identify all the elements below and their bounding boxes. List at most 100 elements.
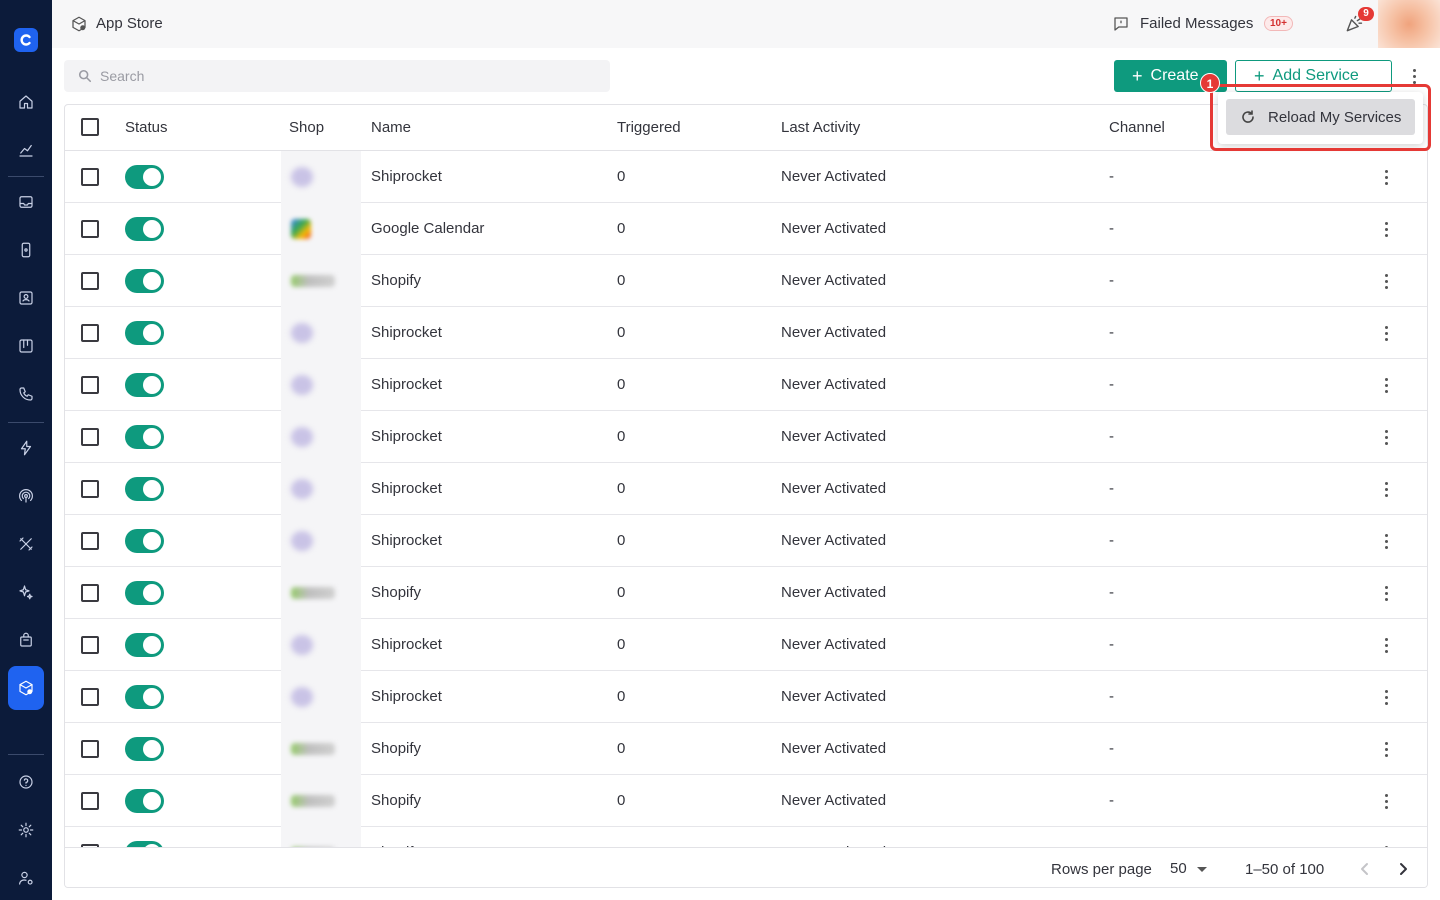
table-row[interactable]: Shiprocket 0 Never Activated - xyxy=(65,359,1427,411)
board-icon[interactable] xyxy=(14,334,38,358)
row-more-options-icon[interactable] xyxy=(1377,323,1395,343)
last-activity: Never Activated xyxy=(781,324,887,341)
column-header-shop[interactable]: Shop xyxy=(289,119,324,136)
user-settings-icon[interactable] xyxy=(14,866,38,890)
column-header-channel[interactable]: Channel xyxy=(1109,119,1165,136)
row-more-options-icon[interactable] xyxy=(1377,791,1395,811)
last-activity: Never Activated xyxy=(781,532,887,549)
row-more-options-icon[interactable] xyxy=(1377,583,1395,603)
row-checkbox[interactable] xyxy=(81,376,99,394)
row-checkbox[interactable] xyxy=(81,740,99,758)
tools-icon[interactable] xyxy=(14,532,38,556)
shop-cell xyxy=(281,151,361,203)
status-toggle[interactable] xyxy=(125,425,164,449)
caret-down-icon[interactable] xyxy=(1197,867,1207,872)
table-row[interactable]: Shopify0Never Activated- xyxy=(65,775,1427,827)
row-more-options-icon[interactable] xyxy=(1377,687,1395,707)
service-name: Shiprocket xyxy=(371,480,442,497)
row-more-options-icon[interactable] xyxy=(1377,167,1395,187)
row-checkbox[interactable] xyxy=(81,480,99,498)
status-toggle[interactable] xyxy=(125,737,164,761)
select-all-checkbox[interactable] xyxy=(81,118,99,136)
row-more-options-icon[interactable] xyxy=(1377,479,1395,499)
column-header-last-activity[interactable]: Last Activity xyxy=(781,119,860,136)
failed-messages-link[interactable]: Failed Messages xyxy=(1140,15,1253,32)
table-row[interactable]: Shiprocket 0 Never Activated - xyxy=(65,307,1427,359)
chevron-left-icon[interactable] xyxy=(1357,860,1373,878)
analytics-icon[interactable] xyxy=(14,138,38,162)
row-more-options-icon[interactable] xyxy=(1377,427,1395,447)
broadcast-icon[interactable] xyxy=(14,484,38,508)
status-toggle[interactable] xyxy=(125,373,164,397)
add-service-button[interactable]: + Add Service xyxy=(1235,60,1392,92)
row-more-options-icon[interactable] xyxy=(1377,271,1395,291)
shop-cell xyxy=(281,619,361,671)
row-checkbox[interactable] xyxy=(81,532,99,550)
row-checkbox[interactable] xyxy=(81,272,99,290)
table-row[interactable]: Shiprocket 0 Never Activated - xyxy=(65,463,1427,515)
table-row[interactable]: Shiprocket 0 Never Activated - xyxy=(65,151,1427,203)
row-more-options-icon[interactable] xyxy=(1377,739,1395,759)
status-toggle[interactable] xyxy=(125,685,164,709)
status-toggle[interactable] xyxy=(125,165,164,189)
column-header-name[interactable]: Name xyxy=(371,119,411,136)
lightning-icon[interactable] xyxy=(14,436,38,460)
search-input[interactable] xyxy=(100,60,600,92)
status-toggle[interactable] xyxy=(125,529,164,553)
row-checkbox[interactable] xyxy=(81,220,99,238)
more-options-icon[interactable] xyxy=(1404,66,1424,86)
table-row[interactable]: Shiprocket 0 Never Activated - xyxy=(65,411,1427,463)
status-toggle[interactable] xyxy=(125,789,164,813)
shopping-bag-icon[interactable] xyxy=(14,628,38,652)
app-store-icon[interactable] xyxy=(14,676,38,700)
row-checkbox[interactable] xyxy=(81,428,99,446)
status-toggle[interactable] xyxy=(125,581,164,605)
service-name: Shopify xyxy=(371,792,422,809)
table-row[interactable]: Shopify0Never Activated- xyxy=(65,827,1427,847)
row-checkbox[interactable] xyxy=(81,168,99,186)
message-alert-icon[interactable] xyxy=(1112,15,1130,33)
table-row[interactable]: Shiprocket 0 Never Activated - xyxy=(65,671,1427,723)
status-toggle[interactable] xyxy=(125,633,164,657)
last-activity: Never Activated xyxy=(781,740,887,757)
table-row[interactable]: Shopify0Never Activated- xyxy=(65,255,1427,307)
help-icon[interactable] xyxy=(14,770,38,794)
avatar[interactable] xyxy=(1378,0,1440,48)
status-toggle[interactable] xyxy=(125,477,164,501)
row-more-options-icon[interactable] xyxy=(1377,219,1395,239)
table-row[interactable]: Shiprocket 0 Never Activated - xyxy=(65,515,1427,567)
table-row[interactable]: Shopify0Never Activated- xyxy=(65,567,1427,619)
table-row[interactable]: Shiprocket 0 Never Activated - xyxy=(65,619,1427,671)
inbox-icon[interactable] xyxy=(14,190,38,214)
chevron-right-icon[interactable] xyxy=(1395,860,1411,878)
home-icon[interactable] xyxy=(14,90,38,114)
row-checkbox[interactable] xyxy=(81,636,99,654)
shop-cell xyxy=(281,567,361,619)
shop-cell xyxy=(281,827,361,847)
rows-per-page-select[interactable]: 50 xyxy=(1170,860,1187,877)
shop-logo-icon xyxy=(291,167,313,187)
logo-icon[interactable] xyxy=(14,28,38,52)
reload-my-services-menu-item[interactable]: Reload My Services xyxy=(1226,99,1415,135)
row-checkbox[interactable] xyxy=(81,792,99,810)
table-row[interactable]: Google Calendar 0 Never Activated - xyxy=(65,203,1427,255)
sparkle-icon[interactable] xyxy=(14,580,38,604)
row-more-options-icon[interactable] xyxy=(1377,635,1395,655)
column-header-status[interactable]: Status xyxy=(125,119,168,136)
row-more-options-icon[interactable] xyxy=(1377,531,1395,551)
phone-icon[interactable] xyxy=(14,382,38,406)
row-more-options-icon[interactable] xyxy=(1377,375,1395,395)
status-toggle[interactable] xyxy=(125,321,164,345)
row-checkbox[interactable] xyxy=(81,688,99,706)
table-row[interactable]: Shopify0Never Activated- xyxy=(65,723,1427,775)
shop-logo-icon xyxy=(291,427,313,447)
settings-icon[interactable] xyxy=(14,818,38,842)
status-toggle[interactable] xyxy=(125,269,164,293)
mobile-icon[interactable] xyxy=(14,238,38,262)
column-header-triggered[interactable]: Triggered xyxy=(617,119,681,136)
row-checkbox[interactable] xyxy=(81,324,99,342)
shop-cell xyxy=(281,359,361,411)
status-toggle[interactable] xyxy=(125,217,164,241)
contacts-icon[interactable] xyxy=(14,286,38,310)
row-checkbox[interactable] xyxy=(81,584,99,602)
